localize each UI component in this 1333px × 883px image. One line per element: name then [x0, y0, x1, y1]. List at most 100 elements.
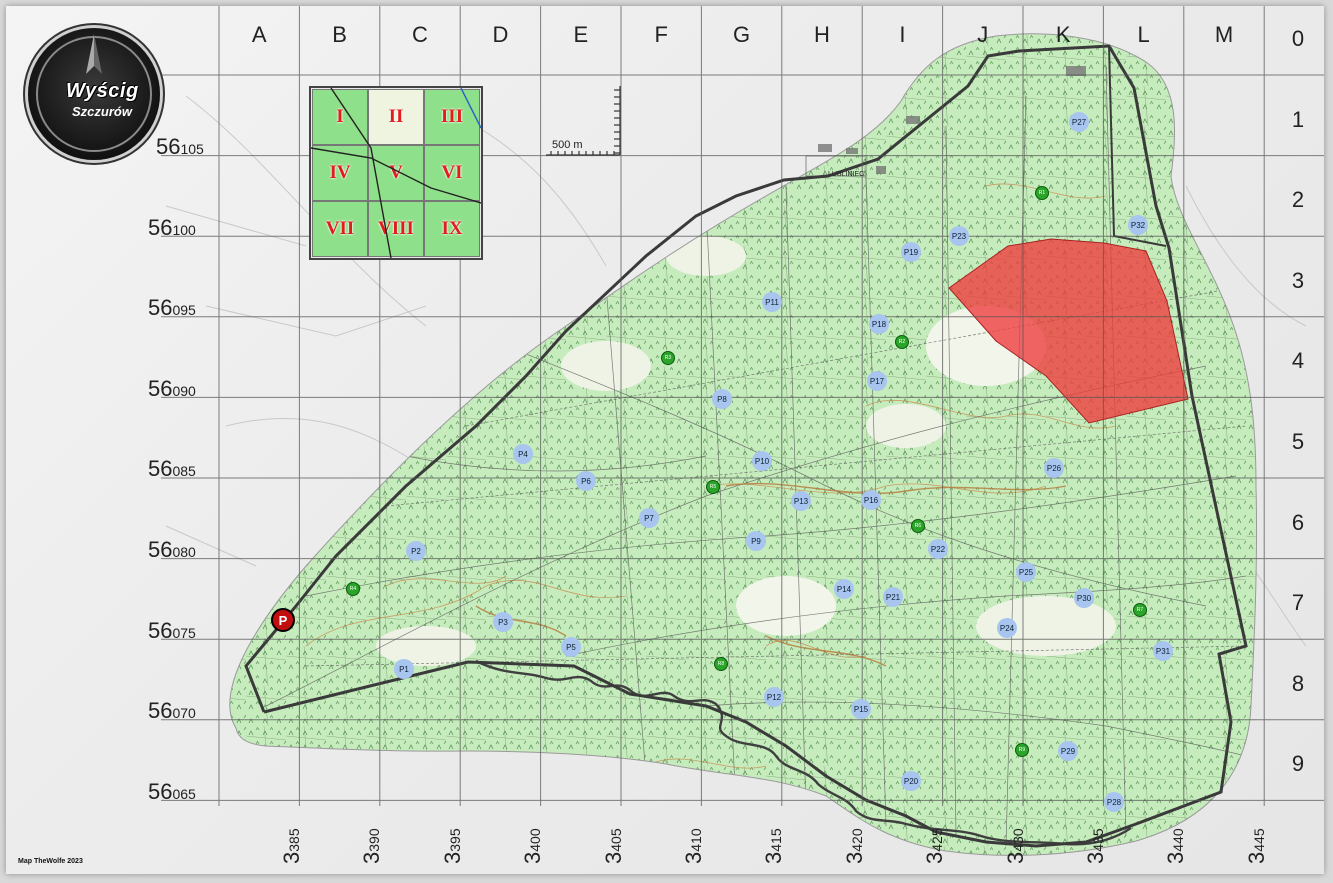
- easting-label: 3435: [1083, 812, 1109, 872]
- easting-label: 3415: [761, 812, 787, 872]
- column-label-a: A: [251, 22, 267, 47]
- northing-label: 56080: [148, 537, 196, 563]
- parking-marker[interactable]: P: [271, 608, 295, 632]
- easting-label: 3405: [601, 812, 627, 872]
- checkpoint-p1[interactable]: P1: [394, 659, 414, 679]
- checkpoint-p26[interactable]: P26: [1044, 458, 1064, 478]
- northing-label: 56095: [148, 295, 196, 321]
- rally-point-r1[interactable]: R1: [1035, 186, 1049, 200]
- northing-label: 56105: [156, 134, 204, 160]
- sector-inset[interactable]: I II III IV V VI VII VIII IX: [309, 86, 483, 260]
- map-credit: Map TheWolfe 2023: [18, 858, 83, 865]
- easting-label: 3395: [440, 812, 465, 872]
- northing-label: 56085: [148, 456, 196, 482]
- checkpoint-p27[interactable]: P27: [1069, 112, 1089, 132]
- checkpoint-p21[interactable]: P21: [883, 587, 903, 607]
- column-label-c: C: [412, 22, 428, 47]
- northing-major: 56: [148, 214, 173, 240]
- checkpoint-p18[interactable]: P18: [869, 314, 889, 334]
- easting-minor: 425: [929, 828, 946, 852]
- checkpoint-p7[interactable]: P7: [639, 508, 659, 528]
- column-label-b: B: [332, 22, 347, 47]
- checkpoint-p25[interactable]: P25: [1016, 562, 1036, 582]
- row-label-6: 6: [1291, 509, 1305, 535]
- inset-line: [311, 147, 481, 204]
- checkpoint-p22[interactable]: P22: [928, 539, 948, 559]
- checkpoint-p4[interactable]: P4: [513, 444, 533, 464]
- checkpoint-p12[interactable]: P12: [764, 687, 784, 707]
- easting-major: 3: [841, 851, 867, 864]
- rally-point-r5[interactable]: R5: [706, 480, 720, 494]
- checkpoint-p5[interactable]: P5: [561, 637, 581, 657]
- easting-major: 3: [359, 851, 385, 864]
- northing-minor: 075: [172, 624, 196, 641]
- column-label-g: G: [733, 22, 751, 47]
- column-label-h: H: [814, 22, 830, 47]
- row-label-1: 1: [1291, 106, 1305, 132]
- easting-major: 3: [761, 851, 787, 864]
- checkpoint-p13[interactable]: P13: [791, 491, 811, 511]
- northing-minor: 090: [172, 382, 196, 399]
- rally-point-r6[interactable]: R6: [911, 519, 925, 533]
- checkpoint-p30[interactable]: P30: [1074, 588, 1094, 608]
- checkpoint-p20[interactable]: P20: [901, 771, 921, 791]
- easting-text: 3440: [1163, 828, 1189, 864]
- rally-point-r3[interactable]: R3: [661, 351, 675, 365]
- inset-line: [460, 88, 481, 129]
- column-label-j: J: [977, 22, 989, 47]
- northing-major: 56: [148, 778, 173, 804]
- checkpoint-p15[interactable]: P15: [851, 699, 871, 719]
- checkpoint-p19[interactable]: P19: [901, 242, 921, 262]
- checkpoint-p14[interactable]: P14: [834, 579, 854, 599]
- northing-minor: 085: [172, 463, 196, 480]
- checkpoint-p17[interactable]: P17: [867, 371, 887, 391]
- rally-point-r9[interactable]: R9: [1015, 743, 1029, 757]
- map-sheet: ABCDEFGHIJKLM 0123456789 56105 56100 56095…: [6, 6, 1324, 874]
- easting-text: 3445: [1244, 828, 1270, 864]
- row-label-8: 8: [1291, 670, 1305, 696]
- checkpoint-p28[interactable]: P28: [1104, 792, 1124, 812]
- rally-point-r8[interactable]: R8: [714, 657, 728, 671]
- northing-major: 56: [148, 698, 173, 724]
- checkpoint-p8[interactable]: P8: [712, 389, 732, 409]
- row-label-5: 5: [1291, 429, 1305, 454]
- rally-point-r4[interactable]: R4: [346, 582, 360, 596]
- row-label-3: 3: [1291, 267, 1305, 293]
- column-label-e: E: [573, 22, 589, 47]
- northing-label: 56070: [148, 698, 196, 724]
- easting-major: 3: [1243, 851, 1269, 864]
- checkpoint-p24[interactable]: P24: [997, 618, 1017, 638]
- northing-label: 56065: [148, 779, 196, 805]
- checkpoint-p6[interactable]: P6: [576, 471, 596, 491]
- easting-text: 3410: [681, 828, 707, 864]
- easting-minor: 395: [446, 828, 463, 852]
- checkpoint-p23[interactable]: P23: [949, 226, 969, 246]
- easting-minor: 435: [1090, 828, 1106, 852]
- easting-text: 3435: [1083, 828, 1109, 864]
- easting-text: 3405: [601, 828, 627, 864]
- checkpoint-p11[interactable]: P11: [762, 292, 782, 312]
- northing-major: 56: [148, 295, 173, 321]
- northing-label: 56075: [148, 618, 196, 644]
- checkpoint-p31[interactable]: P31: [1153, 641, 1173, 661]
- checkpoint-p29[interactable]: P29: [1058, 741, 1078, 761]
- checkpoint-p10[interactable]: P10: [752, 451, 772, 471]
- column-label-m: M: [1214, 22, 1234, 47]
- checkpoint-p2[interactable]: P2: [406, 541, 426, 561]
- easting-label: 3425: [922, 812, 948, 872]
- map-frame: ABCDEFGHIJKLM 0123456789 56105 56100 56095…: [0, 0, 1333, 883]
- easting-label: 3385: [279, 812, 304, 872]
- northing-major: 56: [148, 537, 173, 562]
- checkpoint-p3[interactable]: P3: [493, 612, 513, 632]
- logo-title: Wyścig: [66, 80, 139, 102]
- row-label-2: 2: [1291, 187, 1305, 213]
- easting-major: 3: [922, 851, 948, 864]
- northing-label: 56090: [148, 376, 196, 402]
- checkpoint-p32[interactable]: P32: [1128, 215, 1148, 235]
- easting-minor: 390: [366, 828, 383, 852]
- checkpoint-p9[interactable]: P9: [746, 531, 766, 551]
- checkpoint-p16[interactable]: P16: [861, 490, 881, 510]
- column-label-k: K: [1055, 22, 1071, 47]
- rally-point-r2[interactable]: R2: [895, 335, 909, 349]
- rally-point-r7[interactable]: R7: [1133, 603, 1147, 617]
